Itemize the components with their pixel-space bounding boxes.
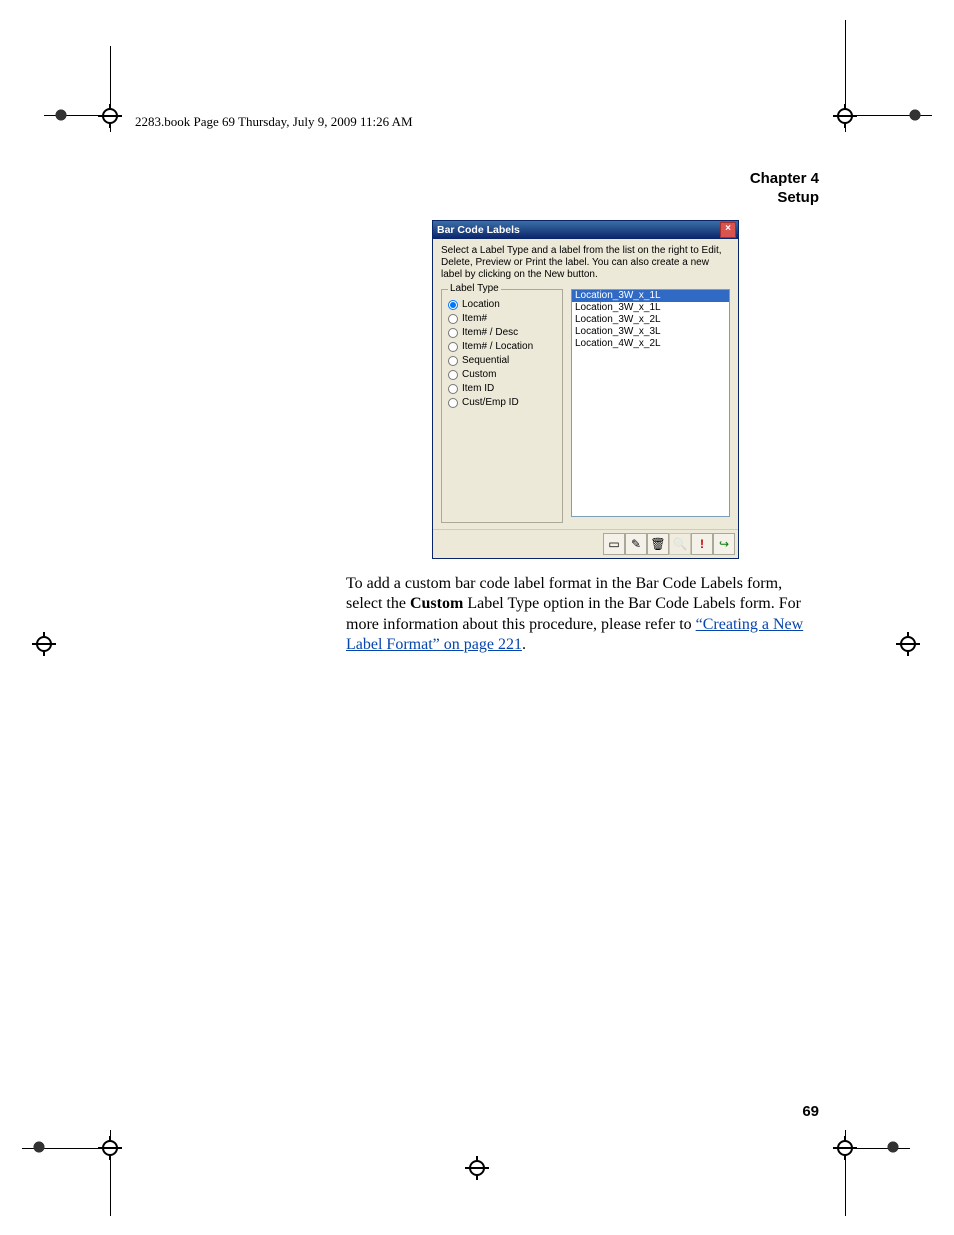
label-list[interactable]: Location_3W_x_1L Location_3W_x_1L Locati… <box>571 289 730 517</box>
new-button[interactable]: ▭ <box>603 533 625 555</box>
radio-item-location[interactable]: Item# / Location <box>448 341 556 352</box>
running-header: 2283.book Page 69 Thursday, July 9, 2009… <box>135 114 413 130</box>
preview-icon: 🔍 <box>673 537 688 551</box>
radio-cust-emp-id[interactable]: Cust/Emp ID <box>448 397 556 408</box>
radio-label: Item# / Desc <box>462 327 518 338</box>
radio-item[interactable]: Item# <box>448 313 556 324</box>
registration-mark-icon <box>904 104 926 126</box>
radio-label: Item ID <box>462 383 494 394</box>
exit-icon: ↪ <box>719 537 729 551</box>
crosshair-icon <box>896 632 920 656</box>
radio-input[interactable] <box>448 356 458 366</box>
chapter-title: Setup <box>750 189 819 208</box>
edit-icon: ✎ <box>631 537 641 551</box>
radio-input[interactable] <box>448 384 458 394</box>
crosshair-icon <box>98 1136 122 1160</box>
crosshair-icon <box>32 632 56 656</box>
radio-input[interactable] <box>448 314 458 324</box>
list-item[interactable]: Location_3W_x_1L <box>572 290 729 302</box>
dialog-title: Bar Code Labels <box>437 224 520 236</box>
radio-input[interactable] <box>448 300 458 310</box>
alert-icon: ! <box>700 537 704 551</box>
radio-input[interactable] <box>448 342 458 352</box>
list-item[interactable]: Location_4W_x_2L <box>572 338 729 350</box>
registration-mark-icon <box>50 104 72 126</box>
radio-label: Cust/Emp ID <box>462 397 519 408</box>
list-item[interactable]: Location_3W_x_1L <box>572 302 729 314</box>
para-bold: Custom <box>410 595 463 612</box>
para-post: . <box>522 636 526 653</box>
exit-button[interactable]: ↪ <box>713 533 735 555</box>
list-item[interactable]: Location_3W_x_2L <box>572 314 729 326</box>
trash-icon: 🗑 <box>650 537 665 551</box>
registration-mark-icon <box>28 1136 50 1158</box>
radio-custom[interactable]: Custom <box>448 369 556 380</box>
preview-button: 🔍 <box>669 533 691 555</box>
label-type-group: Label Type Location Item# Item# / Desc I… <box>441 289 563 523</box>
crosshair-icon <box>465 1156 489 1180</box>
dialog-titlebar[interactable]: Bar Code Labels × <box>433 221 738 239</box>
radio-label: Item# <box>462 313 487 324</box>
delete-button[interactable]: 🗑 <box>647 533 669 555</box>
radio-input[interactable] <box>448 398 458 408</box>
radio-label: Item# / Location <box>462 341 533 352</box>
edit-button[interactable]: ✎ <box>625 533 647 555</box>
radio-label: Custom <box>462 369 496 380</box>
radio-item-id[interactable]: Item ID <box>448 383 556 394</box>
crosshair-icon <box>833 1136 857 1160</box>
crosshair-icon <box>98 104 122 128</box>
group-legend: Label Type <box>448 283 501 294</box>
close-icon[interactable]: × <box>720 222 736 238</box>
radio-location[interactable]: Location <box>448 299 556 310</box>
chapter-header: Chapter 4 Setup <box>750 170 819 208</box>
radio-input[interactable] <box>448 328 458 338</box>
dialog-toolbar: ▭ ✎ 🗑 🔍 ! ↪ <box>433 529 738 558</box>
print-button[interactable]: ! <box>691 533 713 555</box>
list-item[interactable]: Location_3W_x_3L <box>572 326 729 338</box>
page-number: 69 <box>802 1103 819 1120</box>
radio-item-desc[interactable]: Item# / Desc <box>448 327 556 338</box>
radio-input[interactable] <box>448 370 458 380</box>
dialog-description: Select a Label Type and a label from the… <box>441 245 730 281</box>
new-icon: ▭ <box>608 537 619 551</box>
crosshair-icon <box>833 104 857 128</box>
radio-label: Location <box>462 299 500 310</box>
radio-label: Sequential <box>462 355 509 366</box>
radio-sequential[interactable]: Sequential <box>448 355 556 366</box>
registration-mark-icon <box>882 1136 904 1158</box>
bar-code-labels-dialog: Bar Code Labels × Select a Label Type an… <box>432 220 739 559</box>
body-paragraph: To add a custom bar code label format in… <box>346 574 818 656</box>
chapter-number: Chapter 4 <box>750 170 819 189</box>
